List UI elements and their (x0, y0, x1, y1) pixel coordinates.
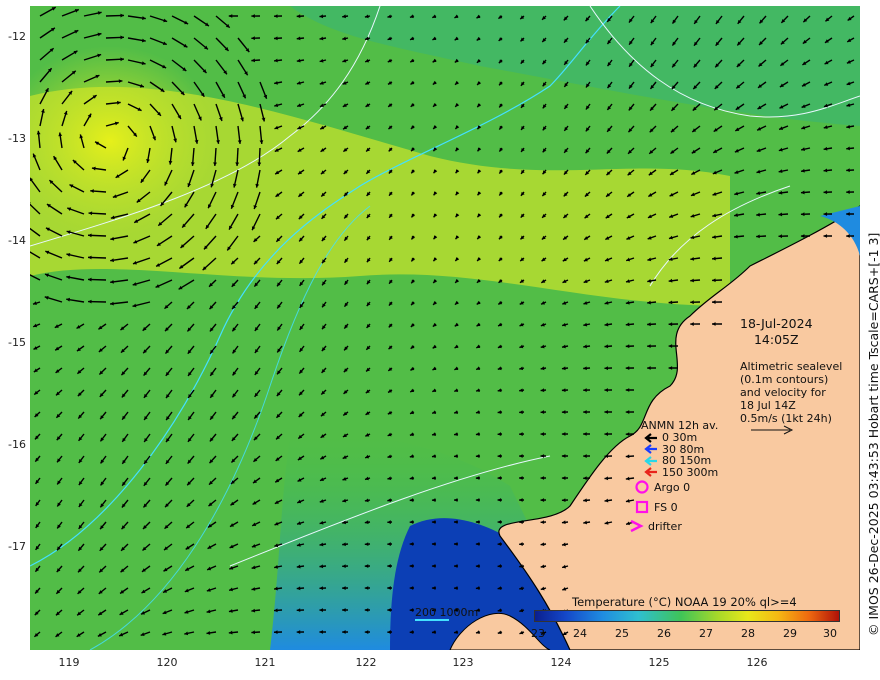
time-label: 14:05Z (753, 332, 799, 347)
colorbar-tick: 25 (615, 627, 629, 640)
scale-arrow-icon (751, 425, 794, 435)
y-tick-label: -15 (8, 336, 26, 349)
timestamp-block: 18-Jul-2024 14:05Z (740, 316, 813, 348)
drifter-label: drifter (648, 519, 682, 533)
argo-label: Argo 0 (654, 480, 691, 494)
altimetry-line: Altimetric sealevel (740, 360, 843, 373)
colorbar-tick: 23 (531, 627, 545, 640)
fs-legend: FS 0 (634, 500, 678, 514)
colorbar-tick: 28 (741, 627, 755, 640)
anmn-legend: ANMN 12h av. 0 30m 30 80m 80 150m 150 30… (641, 419, 719, 479)
colorbar-tick: 26 (657, 627, 671, 640)
colorbar-title: Temperature (°C) NOAA 19 20% ql>=4 (572, 595, 797, 609)
x-tick-label: 119 (58, 656, 80, 669)
y-tick-label: -14 (8, 234, 26, 247)
x-tick-label: 123 (452, 656, 474, 669)
colorbar-tick: 30 (823, 627, 837, 640)
altimetry-line: and velocity for (740, 386, 826, 399)
fs-square-icon (635, 500, 649, 514)
altimetry-description: Altimetric sealevel (0.1m contours) and … (740, 360, 842, 425)
x-tick-label: 126 (746, 656, 768, 669)
fs-label: FS 0 (654, 500, 678, 514)
anmn-row: 150 300m (644, 465, 719, 479)
arrow-icon (644, 432, 657, 443)
sst-map (30, 6, 860, 650)
drifter-legend: drifter (628, 519, 682, 533)
altimetry-line: 18 Jul 14Z (740, 399, 796, 412)
colorbar-tick: 27 (699, 627, 713, 640)
y-tick-label: -17 (8, 540, 26, 553)
isobath-legend-line (415, 619, 449, 621)
arrow-icon (644, 467, 657, 478)
isobath-legend-label: 200 1000m (415, 606, 479, 619)
y-tick-label: -13 (8, 132, 26, 145)
credit-text: © IMOS 26-Dec-2025 03:43:53 Hobart time … (866, 232, 880, 636)
x-tick-label: 124 (550, 656, 572, 669)
y-tick-label: -16 (8, 438, 26, 451)
sst-map-canvas (30, 6, 860, 650)
date-label: 18-Jul-2024 (740, 316, 813, 331)
altimetry-line: (0.1m contours) (740, 373, 829, 386)
argo-circle-icon (635, 480, 649, 494)
anmn-row-label: 150 300m (662, 465, 719, 479)
colorbar-tick: 29 (783, 627, 797, 640)
x-tick-label: 122 (355, 656, 377, 669)
y-tick-label: -12 (8, 30, 26, 43)
temperature-colorbar (534, 610, 840, 622)
anmn-legend-title: ANMN 12h av. (641, 419, 719, 432)
arrow-icon (644, 455, 657, 466)
arrow-icon (644, 444, 657, 455)
x-tick-label: 125 (648, 656, 670, 669)
colorbar-tick: 24 (573, 627, 587, 640)
drifter-chevron-icon (630, 519, 644, 533)
x-tick-label: 121 (254, 656, 276, 669)
argo-legend: Argo 0 (634, 480, 690, 494)
x-tick-label: 120 (156, 656, 178, 669)
